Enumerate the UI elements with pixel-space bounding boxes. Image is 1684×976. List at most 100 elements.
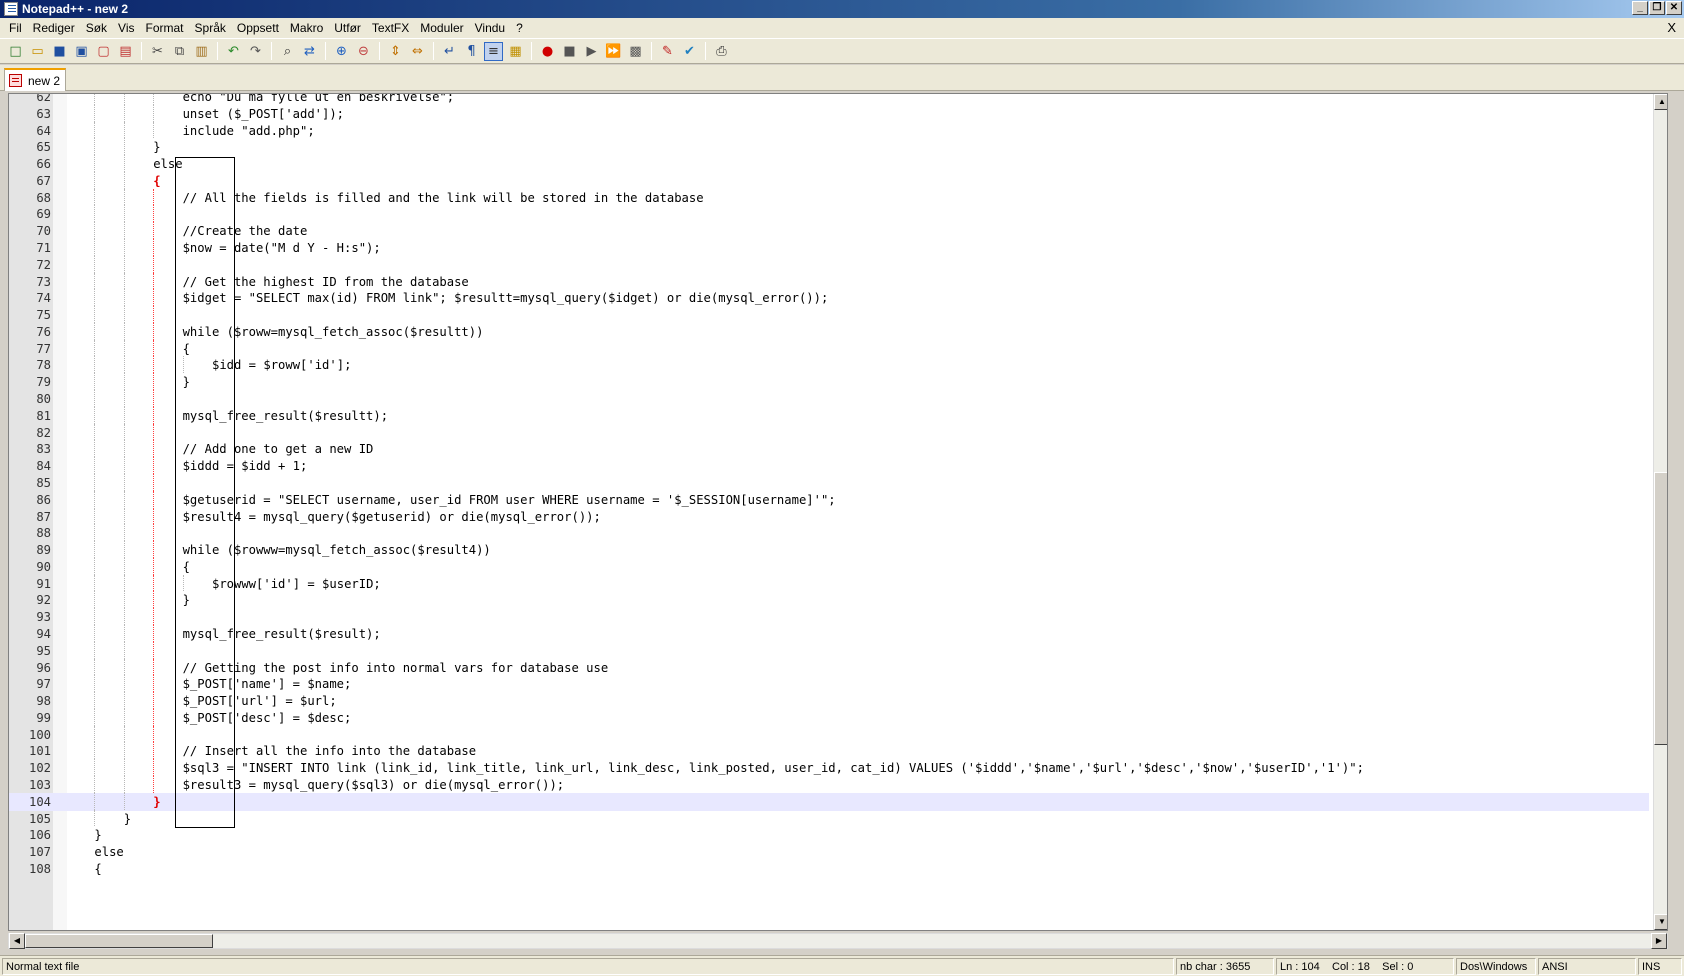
code-line[interactable]: 67 {	[9, 172, 1649, 190]
menu-2[interactable]: Søk	[81, 21, 113, 35]
run-macro-multiple-button[interactable]: ⏩	[604, 42, 623, 61]
code-line[interactable]: 90{	[9, 558, 1649, 576]
menu-9[interactable]: TextFX	[367, 21, 415, 35]
code-line[interactable]: 105}	[9, 810, 1649, 828]
zoom-in-button[interactable]: ⊕	[332, 42, 351, 61]
menu-12[interactable]: ?	[511, 21, 529, 35]
paste-button[interactable]: ▥	[192, 42, 211, 61]
code-line[interactable]: 104}	[9, 792, 1649, 811]
scroll-up-button[interactable]: ▲	[1654, 94, 1667, 110]
code-area[interactable]: 62 echo "Du må fylle ut en beskrivelse"; 6…	[9, 94, 1649, 930]
menu-1[interactable]: Rediger	[28, 21, 81, 35]
code-line[interactable]: 100	[9, 726, 1649, 744]
vertical-scrollbar[interactable]: ▲ ▼	[1653, 94, 1667, 930]
close-all-button[interactable]: ▤	[116, 42, 135, 61]
code-line[interactable]: 70//Create the date	[9, 222, 1649, 240]
code-line[interactable]: 97 $_POST['name'] = $name;	[9, 675, 1649, 693]
print-button[interactable]: ⎙	[712, 42, 731, 61]
code-line[interactable]: 82	[9, 424, 1649, 442]
code-line[interactable]: 78 $idd = $roww['id'];	[9, 356, 1649, 374]
record-macro-button[interactable]: ●	[538, 42, 557, 61]
close-window-button[interactable]: ✕	[1666, 1, 1682, 15]
code-line[interactable]: 101// Insert all the info into the datab…	[9, 742, 1649, 760]
menu-7[interactable]: Makro	[285, 21, 329, 35]
menu-0[interactable]: Fil	[4, 21, 28, 35]
code-line[interactable]: 95	[9, 642, 1649, 660]
code-line[interactable]: 106}	[9, 826, 1649, 844]
scroll-down-button[interactable]: ▼	[1654, 914, 1667, 930]
save-button[interactable]: ■	[50, 42, 69, 61]
code-line[interactable]: 91 $rowww['id'] = $userID;	[9, 575, 1649, 593]
code-line[interactable]: 83// Add one to get a new ID	[9, 440, 1649, 458]
restore-button[interactable]: ❐	[1649, 1, 1665, 15]
code-line[interactable]: 89 while ($rowww=mysql_fetch_assoc($resul…	[9, 541, 1649, 559]
code-line[interactable]: 84 $iddd = $idd + 1;	[9, 457, 1649, 475]
menu-5[interactable]: Språk	[190, 21, 232, 35]
code-line[interactable]: 79}	[9, 373, 1649, 391]
code-line[interactable]: 103 $result3 = mysql_query($sql3) or die(…	[9, 776, 1649, 794]
scroll-left-button[interactable]: ◀	[9, 933, 25, 949]
tab-new-2[interactable]: new 2	[4, 68, 66, 91]
vertical-scroll-thumb[interactable]	[1654, 472, 1667, 745]
editor-pane[interactable]: 62 echo "Du må fylle ut en beskrivelse"; 6…	[8, 93, 1668, 931]
code-line[interactable]: 86 $getuserid = "SELECT username, user_id…	[9, 491, 1649, 509]
code-line[interactable]: 98 $_POST['url'] = $url;	[9, 692, 1649, 710]
code-line[interactable]: 88	[9, 524, 1649, 542]
indent-guide-button[interactable]: ≡	[484, 41, 503, 61]
sync-vertical-button[interactable]: ⇕	[386, 42, 405, 61]
code-line[interactable]: 69	[9, 205, 1649, 223]
undo-button[interactable]: ↶	[224, 42, 243, 61]
show-all-chars-button[interactable]: ¶	[462, 42, 481, 61]
spell-check-button[interactable]: ✔	[680, 42, 699, 61]
zoom-out-button[interactable]: ⊖	[354, 42, 373, 61]
code-line[interactable]: 92}	[9, 591, 1649, 609]
word-wrap-button[interactable]: ↵	[440, 42, 459, 61]
code-line[interactable]: 64 include "add.php";	[9, 122, 1649, 140]
code-line[interactable]: 108 {	[9, 860, 1649, 878]
code-line[interactable]: 65}	[9, 138, 1649, 156]
scroll-right-button[interactable]: ▶	[1651, 933, 1667, 949]
save-all-button[interactable]: ▣	[72, 42, 91, 61]
replace-button[interactable]: ⇄	[300, 42, 319, 61]
code-line[interactable]: 77{	[9, 340, 1649, 358]
sync-horizontal-button[interactable]: ⇔	[408, 42, 427, 61]
close-button[interactable]: ▢	[94, 42, 113, 61]
find-button[interactable]: ⌕	[278, 42, 297, 61]
code-line[interactable]: 93	[9, 608, 1649, 626]
open-file-button[interactable]: ▭	[28, 42, 47, 61]
user-define-button[interactable]: ▦	[506, 42, 525, 61]
code-line[interactable]: 85	[9, 474, 1649, 492]
copy-button[interactable]: ⧉	[170, 42, 189, 61]
menu-10[interactable]: Moduler	[415, 21, 469, 35]
minimize-button[interactable]: _	[1632, 1, 1648, 15]
cut-button[interactable]: ✂	[148, 42, 167, 61]
new-file-button[interactable]: □	[6, 42, 25, 61]
code-line[interactable]: 68 // All the fields is filled and the li…	[9, 189, 1649, 207]
stop-macro-button[interactable]: ■	[560, 42, 579, 61]
save-macro-button[interactable]: ▩	[626, 42, 645, 61]
code-line[interactable]: 75	[9, 306, 1649, 324]
code-line[interactable]: 99 $_POST['desc'] = $desc;	[9, 709, 1649, 727]
code-line[interactable]: 107 else	[9, 843, 1649, 861]
code-line[interactable]: 74 $idget = "SELECT max(id) FROM link"; $…	[9, 289, 1649, 307]
close-document-button[interactable]: X	[1667, 20, 1676, 35]
horizontal-scrollbar[interactable]: ◀ ▶	[8, 933, 1668, 949]
code-line[interactable]: 73// Get the highest ID from the databas…	[9, 273, 1649, 291]
menu-11[interactable]: Vindu	[470, 21, 511, 35]
redo-button[interactable]: ↷	[246, 42, 265, 61]
horizontal-scroll-thumb[interactable]	[25, 934, 213, 948]
code-line[interactable]: 71 $now = date("M d Y - H:s");	[9, 239, 1649, 257]
code-line[interactable]: 94 mysql_free_result($result);	[9, 625, 1649, 643]
code-line[interactable]: 72	[9, 256, 1649, 274]
code-line[interactable]: 66 else	[9, 155, 1649, 173]
menu-4[interactable]: Format	[141, 21, 190, 35]
code-line[interactable]: 63 unset ($_POST['add']);	[9, 105, 1649, 123]
menu-3[interactable]: Vis	[113, 21, 140, 35]
tidy-button[interactable]: ✎	[658, 42, 677, 61]
menu-8[interactable]: Utfør	[329, 21, 367, 35]
code-line[interactable]: 102 $sql3 = "INSERT INTO link (link_id, l…	[9, 759, 1649, 777]
menu-6[interactable]: Oppsett	[232, 21, 285, 35]
play-macro-button[interactable]: ▶	[582, 42, 601, 61]
code-line[interactable]: 76 while ($roww=mysql_fetch_assoc($result…	[9, 323, 1649, 341]
code-line[interactable]: 80	[9, 390, 1649, 408]
